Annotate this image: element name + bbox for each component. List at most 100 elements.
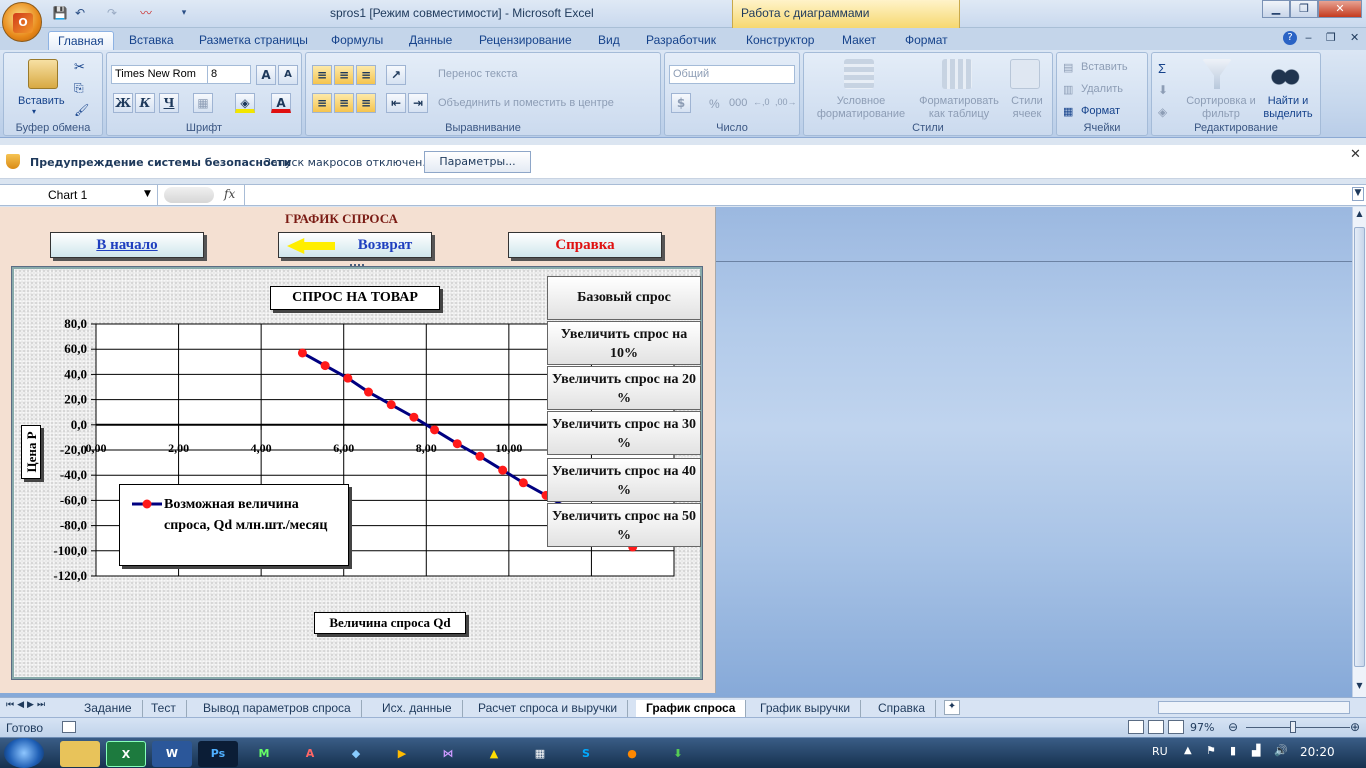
align-middle-icon[interactable]: ≡: [334, 65, 354, 85]
increase-10-button[interactable]: Увеличить спрос на 10%: [547, 321, 701, 365]
align-left-icon[interactable]: ≡: [312, 93, 332, 113]
delete-cells-button[interactable]: Удалить: [1081, 83, 1123, 95]
insert-cells-button[interactable]: Вставить: [1081, 61, 1128, 73]
tab-formulas[interactable]: Формулы: [322, 31, 392, 50]
redo-icon[interactable]: ↷: [104, 5, 120, 21]
bold-button[interactable]: Ж: [113, 93, 133, 113]
align-top-icon[interactable]: ≡: [312, 65, 332, 85]
cell-styles-icon[interactable]: [1010, 59, 1040, 89]
chart-resize-handle[interactable]: [350, 264, 364, 268]
zoom-out-icon[interactable]: ⊖: [1228, 720, 1238, 734]
undo-icon[interactable]: ↶: [72, 5, 88, 21]
number-format-select[interactable]: Общий: [669, 65, 795, 84]
visual-studio-icon[interactable]: ⋈: [428, 741, 468, 767]
cell-styles-button[interactable]: Стили ячеек: [1004, 95, 1050, 121]
save-icon[interactable]: 💾: [52, 5, 68, 21]
borders-icon[interactable]: ▦: [193, 93, 213, 113]
minimize-button[interactable]: ▁: [1262, 0, 1290, 18]
formula-input[interactable]: [244, 185, 1350, 205]
font-size-input[interactable]: 8: [207, 65, 251, 84]
app-blue-icon[interactable]: ◆: [336, 741, 376, 767]
help-icon[interactable]: ?: [1283, 31, 1297, 45]
app-m-icon[interactable]: M: [244, 741, 284, 767]
underline-button[interactable]: Ч: [159, 93, 179, 113]
expand-formula-icon[interactable]: ▼: [1352, 187, 1364, 201]
normal-view-icon[interactable]: [1128, 720, 1144, 734]
start-button[interactable]: [4, 738, 44, 768]
sheet-tab[interactable]: Расчет спроса и выручки: [468, 700, 629, 717]
increase-decimal-icon[interactable]: ←,0: [753, 97, 770, 107]
flag-icon[interactable]: ⚑: [1206, 744, 1216, 757]
conditional-format-icon[interactable]: [844, 59, 874, 89]
sort-filter-button[interactable]: Сортировка и фильтр: [1186, 95, 1256, 121]
ribbon-restore-icon[interactable]: ❐: [1326, 31, 1336, 44]
security-options-button[interactable]: Параметры...: [424, 151, 531, 173]
insert-sheet-icon[interactable]: ✦: [944, 700, 960, 715]
percent-button[interactable]: %: [709, 97, 720, 111]
chart-macro-icon[interactable]: 〰: [138, 5, 154, 21]
copy-icon[interactable]: ⎘: [74, 81, 84, 96]
name-box[interactable]: Chart 1: [0, 185, 158, 205]
base-demand-button[interactable]: Базовый спрос: [547, 276, 701, 320]
network-icon[interactable]: ▟: [1252, 744, 1260, 757]
help-button[interactable]: Справка: [508, 232, 662, 258]
sheet-tab[interactable]: График выручки: [750, 700, 862, 717]
clear-icon[interactable]: ◈: [1158, 105, 1167, 119]
sheet-tab[interactable]: Исх. данные: [372, 700, 463, 717]
photoshop-icon[interactable]: Ps: [198, 741, 238, 767]
format-cells-button[interactable]: Формат: [1081, 105, 1120, 117]
scroll-thumb[interactable]: [1354, 227, 1365, 667]
tray-expand-icon[interactable]: ▲: [1184, 745, 1192, 756]
autosum-icon[interactable]: Σ: [1158, 61, 1166, 76]
tab-layout[interactable]: Макет: [833, 31, 885, 50]
sort-filter-icon[interactable]: [1202, 59, 1232, 89]
home-button[interactable]: В начало: [50, 232, 204, 258]
maximize-button[interactable]: ❐: [1290, 0, 1318, 18]
align-right-icon[interactable]: ≡: [356, 93, 376, 113]
horizontal-scrollbar[interactable]: [1158, 701, 1350, 714]
paste-button[interactable]: Вставить: [18, 95, 65, 107]
tab-data[interactable]: Данные: [400, 31, 461, 50]
back-button[interactable]: Возврат: [278, 232, 432, 258]
tab-developer[interactable]: Разработчик: [637, 31, 725, 50]
increase-40-button[interactable]: Увеличить спрос на 40 %: [547, 458, 701, 502]
page-break-view-icon[interactable]: [1168, 720, 1184, 734]
zoom-in-icon[interactable]: ⊕: [1350, 720, 1360, 734]
increase-30-button[interactable]: Увеличить спрос на 30 %: [547, 411, 701, 455]
ribbon-close-icon[interactable]: ✕: [1350, 31, 1359, 44]
decrease-decimal-icon[interactable]: ,00→: [775, 97, 797, 107]
sheet-tab[interactable]: Вывод параметров спроса: [193, 700, 362, 717]
merge-center-button[interactable]: Объединить и поместить в центре: [438, 97, 614, 109]
sheet-tab[interactable]: Тест: [141, 700, 187, 717]
tab-page-layout[interactable]: Разметка страницы: [190, 31, 317, 50]
grow-font-icon[interactable]: A: [256, 65, 276, 85]
macro-record-icon[interactable]: [62, 721, 76, 733]
increase-indent-icon[interactable]: ⇥: [408, 93, 428, 113]
tab-format[interactable]: Формат: [896, 31, 957, 50]
align-bottom-icon[interactable]: ≡: [356, 65, 376, 85]
media-player-icon[interactable]: ▶: [382, 741, 422, 767]
italic-button[interactable]: К: [135, 93, 155, 113]
tab-view[interactable]: Вид: [589, 31, 629, 50]
format-as-table-icon[interactable]: [942, 59, 972, 89]
scroll-up-icon[interactable]: ▲: [1353, 209, 1366, 223]
firefox-icon[interactable]: ●: [612, 741, 652, 767]
word-icon[interactable]: W: [152, 741, 192, 767]
find-select-icon[interactable]: [1270, 59, 1300, 89]
ribbon-minimize-icon[interactable]: ‒: [1305, 31, 1312, 44]
vertical-scrollbar[interactable]: ▲ ▼: [1352, 207, 1366, 697]
app-triangle-icon[interactable]: ▲: [474, 741, 514, 767]
skype-icon[interactable]: S: [566, 741, 606, 767]
language-indicator[interactable]: RU: [1152, 745, 1168, 758]
page-layout-view-icon[interactable]: [1148, 720, 1164, 734]
tab-design[interactable]: Конструктор: [737, 31, 823, 50]
shrink-font-icon[interactable]: A: [278, 65, 298, 85]
fill-color-icon[interactable]: ◈: [235, 93, 255, 113]
tab-home[interactable]: Главная: [48, 31, 114, 50]
volume-icon[interactable]: 🔊: [1274, 744, 1288, 757]
formula-toggle[interactable]: [164, 187, 214, 203]
scroll-down-icon[interactable]: ▼: [1353, 681, 1366, 695]
demand-chart[interactable]: СПРОС НА ТОВАР Цена P Величина спроса Qd…: [11, 264, 703, 680]
font-name-input[interactable]: Times New Rom: [111, 65, 209, 84]
excel-icon[interactable]: X: [106, 741, 146, 767]
